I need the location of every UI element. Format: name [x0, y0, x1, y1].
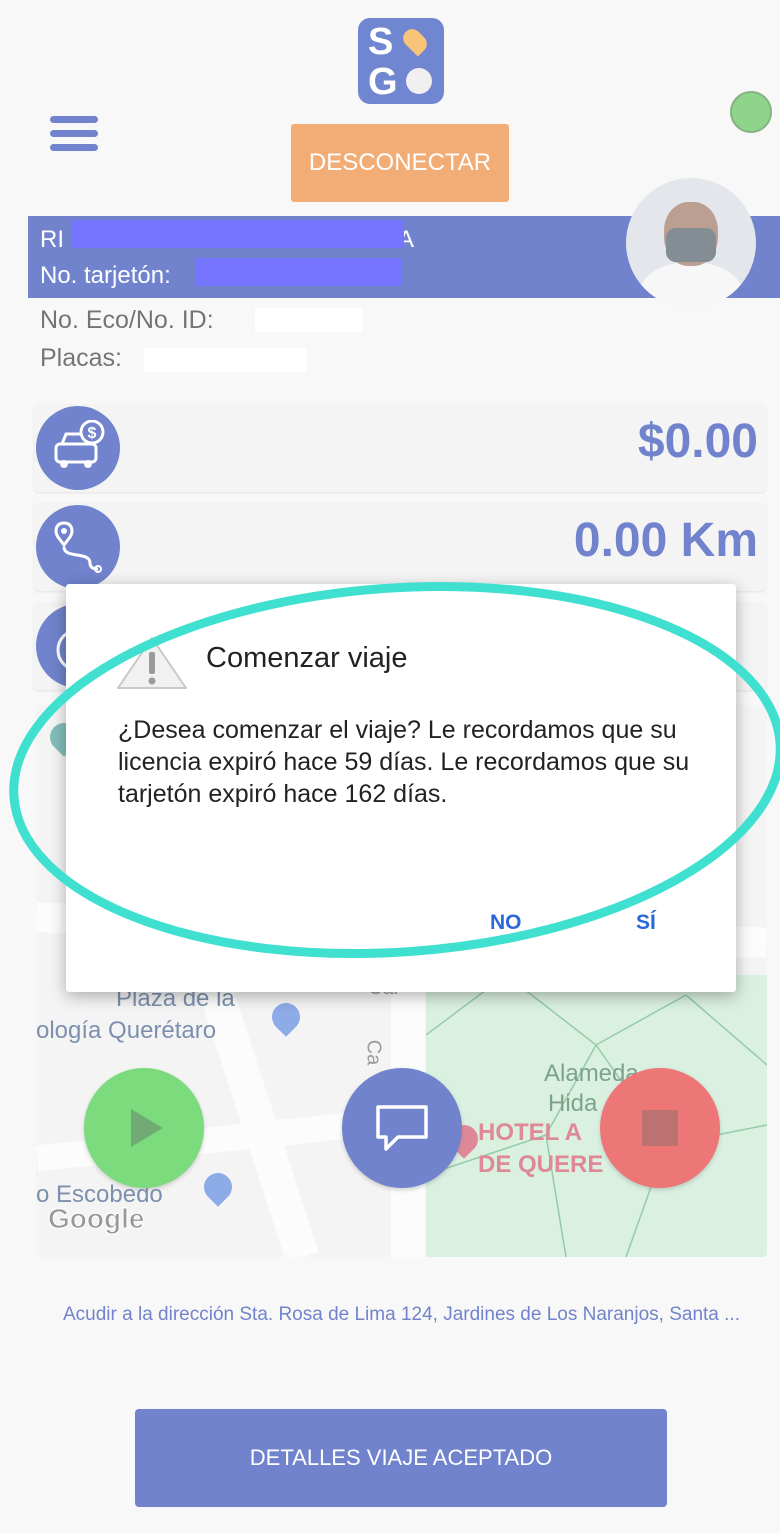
- start-trip-dialog: Comenzar viaje ¿Desea comenzar el viaje?…: [66, 584, 736, 992]
- dialog-title: Comenzar viaje: [206, 642, 408, 674]
- dialog-yes-button[interactable]: SÍ: [630, 910, 662, 936]
- dialog-message: ¿Desea comenzar el viaje? Le recordamos …: [118, 716, 690, 808]
- warning-icon: [117, 637, 187, 689]
- dialog-no-button[interactable]: NO: [484, 910, 528, 936]
